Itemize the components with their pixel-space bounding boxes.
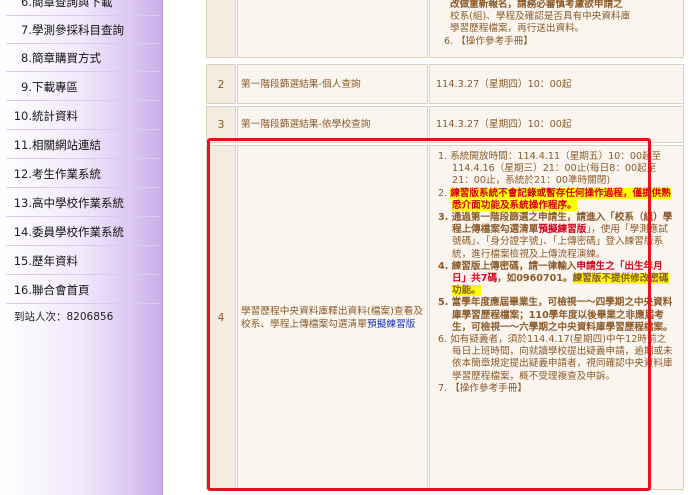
sidebar-item-history[interactable]: 15. 歷年資料 [0,247,160,275]
manual-link-2[interactable]: 【操作參考手冊】 [450,383,527,394]
sidebar-item-purchase[interactable]: 8. 簡章購買方式 [0,44,160,72]
note-6: 6. 如有疑義者，須於114.4.17(星期四)中午12時前之每日上班時間，向就… [438,334,673,382]
individual-result-link[interactable]: 第一階段篩選結果-個人查詢 [237,64,428,104]
schedule-table: 改做重新報名，請務必審慎考慮欲申請之 校系(組)、學程及確認是否具有中央資料庫 … [206,0,700,495]
note-5: 5. 當學年度應屆畢業生，可檢視一～四學期之中央資料庫學習歷程檔案；110學年度… [438,297,673,333]
note-1: 1. 系統開放時間：114.4.11（星期五）10：00起至114.4.16（星… [438,151,662,187]
sidebar-item-brochure[interactable]: 6. 簡章查詢與下載 [0,0,160,16]
sidebar-item-homepage[interactable]: 16. 聯合會首頁 [0,276,160,304]
table-row: 4 學習歷程中央資料庫釋出資料(檔案)查看及校系、學程上傳檔案勾選清單預擬練習版… [206,145,700,490]
sidebar-menu: 6. 簡章查詢與下載 7. 學測參採科目查詢 8. 簡章購買方式 9. 下載專區… [0,0,163,495]
sidebar-item-applicant-system[interactable]: 12. 考生作業系統 [0,160,160,188]
manual-link[interactable]: 【操作參考手冊】 [456,36,533,47]
sidebar-item-highschool-system[interactable]: 13. 高中學校作業系統 [0,189,160,217]
sidebar-item-downloads[interactable]: 9. 下載專區 [0,73,160,101]
note-4: 4. 練習版上傳密碼，請一律輸入申請生之「出生年月日」共7碼，如0960701。… [438,260,669,297]
table-row: 2 第一階段篩選結果-個人查詢 114.3.27（星期四）10：00起 [206,64,700,104]
notes-list: 1. 系統開放時間：114.4.11（星期五）10：00起至114.4.16（星… [429,145,684,490]
main-content: 改做重新報名，請務必審慎考慮欲申請之 校系(組)、學程及確認是否具有中央資料庫 … [163,0,700,495]
visitor-counter: 到站人次：8206856 [14,311,114,323]
note-7: 7. 【操作參考手冊】 [438,382,527,394]
sidebar-item-committee-system[interactable]: 14. 委員學校作業系統 [0,218,160,246]
sidebar-item-subject-query[interactable]: 7. 學測參採科目查詢 [0,16,160,44]
table-row: 3 第一階段篩選結果-依學校查詢 114.3.27（星期四）10：00起 [206,106,700,143]
note-3: 3. 通過第一階段篩選之申請生，請進入「校系（組）學程上傳檔案勾選清單預擬練習版… [438,212,673,260]
sidebar-item-statistics[interactable]: 10. 統計資料 [0,102,160,130]
note-2: 2. 練習版系統不會記錄或暫存任何操作過程，僅提供熟悉介面功能及系統操作程序。 [438,187,671,211]
sidebar-item-links[interactable]: 11. 相關網站連結 [0,131,160,159]
table-row: 改做重新報名，請務必審慎考慮欲申請之 校系(組)、學程及確認是否具有中央資料庫 … [206,0,700,58]
practice-version-link[interactable]: 預擬練習版 [367,319,415,330]
school-result-link[interactable]: 第一階段篩選結果-依學校查詢 [237,106,428,143]
